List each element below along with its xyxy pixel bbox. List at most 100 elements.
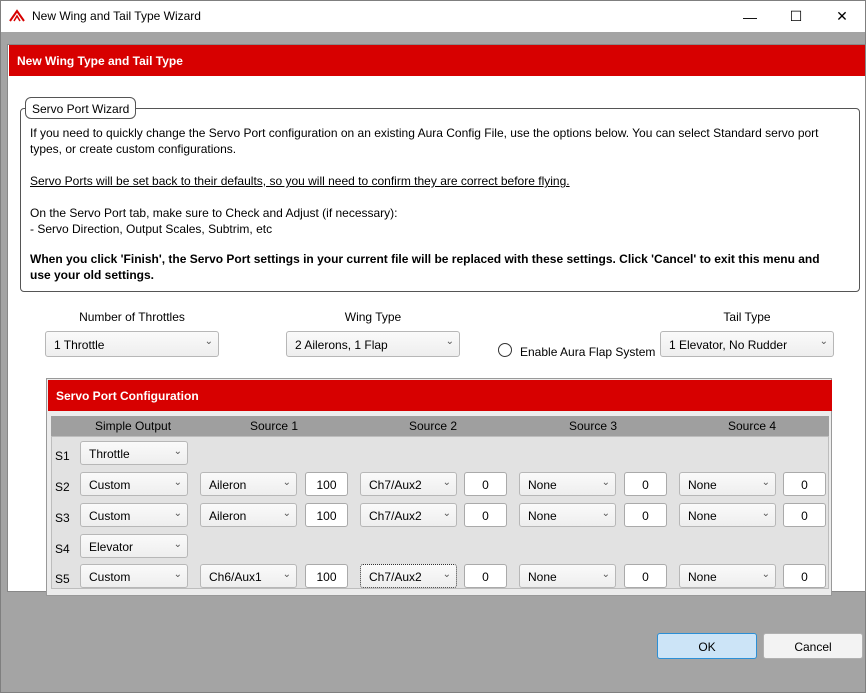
s2-source4-value: None xyxy=(688,478,717,492)
chevron-down-icon: ⌄ xyxy=(173,508,182,519)
s2-source3-value: None xyxy=(528,478,557,492)
throttles-label: Number of Throttles xyxy=(79,310,185,324)
s5-source1-select[interactable]: Ch6/Aux1 ⌄ xyxy=(200,564,297,588)
s3-source1-value: Aileron xyxy=(209,509,247,523)
s5-source4-select[interactable]: None ⌄ xyxy=(679,564,776,588)
s2-source3-amount[interactable]: 0 xyxy=(624,472,667,496)
s5-source2-amount[interactable]: 0 xyxy=(464,564,507,588)
s2-source1-amount[interactable]: 100 xyxy=(305,472,348,496)
servo-config-panel: Servo Port Configuration Simple Output S… xyxy=(46,378,832,596)
row-label-s3: S3 xyxy=(55,511,70,525)
servo-grid-header: Simple Output Source 1 Source 2 Source 3… xyxy=(51,416,829,436)
s4-output-value: Elevator xyxy=(89,540,134,554)
s3-source4-value: None xyxy=(688,509,717,523)
client-area: New Wing Type and Tail Type Servo Port W… xyxy=(1,32,866,692)
row-label-s4: S4 xyxy=(55,542,70,556)
s2-output-select[interactable]: Custom ⌄ xyxy=(80,472,188,496)
s3-output-value: Custom xyxy=(89,509,131,523)
s3-source1-amount[interactable]: 100 xyxy=(305,503,348,527)
s1-output-value: Throttle xyxy=(89,447,130,461)
s5-source3-select[interactable]: None ⌄ xyxy=(519,564,616,588)
chevron-down-icon: ⌄ xyxy=(761,569,770,580)
s2-source4-select[interactable]: None ⌄ xyxy=(679,472,776,496)
s3-source4-select[interactable]: None ⌄ xyxy=(679,503,776,527)
warning-text: Servo Ports will be set back to their de… xyxy=(30,174,570,188)
s5-source4-value: None xyxy=(688,570,717,584)
s3-source3-amount[interactable]: 0 xyxy=(624,503,667,527)
chevron-down-icon: ⌄ xyxy=(282,477,291,488)
s3-output-select[interactable]: Custom ⌄ xyxy=(80,503,188,527)
s2-source1-select[interactable]: Aileron ⌄ xyxy=(200,472,297,496)
s2-source2-select[interactable]: Ch7/Aux2 ⌄ xyxy=(360,472,457,496)
col-source-4: Source 4 xyxy=(728,419,777,433)
s3-source2-amount[interactable]: 0 xyxy=(464,503,507,527)
s2-source2-value: Ch7/Aux2 xyxy=(369,478,422,492)
ok-button[interactable]: OK xyxy=(657,633,757,659)
chevron-down-icon: ⌄ xyxy=(173,446,182,457)
wing-type-value: 2 Ailerons, 1 Flap xyxy=(295,338,388,352)
chevron-down-icon: ⌄ xyxy=(819,336,828,347)
flap-system-checkbox[interactable] xyxy=(498,343,512,357)
s5-source3-amount[interactable]: 0 xyxy=(624,564,667,588)
throttles-value: 1 Throttle xyxy=(54,338,105,352)
chevron-down-icon: ⌄ xyxy=(601,569,610,580)
check-title-text: On the Servo Port tab, make sure to Chec… xyxy=(30,206,398,220)
tail-type-value: 1 Elevator, No Rudder xyxy=(669,338,788,352)
wing-type-label: Wing Type xyxy=(344,310,402,324)
chevron-down-icon: ⌄ xyxy=(173,569,182,580)
s3-source3-value: None xyxy=(528,509,557,523)
chevron-down-icon: ⌄ xyxy=(442,508,451,519)
chevron-down-icon: ⌄ xyxy=(442,569,451,580)
s4-output-select[interactable]: Elevator ⌄ xyxy=(80,534,188,558)
col-simple-output: Simple Output xyxy=(95,419,172,433)
s5-source1-amount[interactable]: 100 xyxy=(305,564,348,588)
servo-grid: S1 Throttle ⌄ S2 Custom ⌄ Aileron ⌄ 100 … xyxy=(51,436,829,589)
s2-source3-select[interactable]: None ⌄ xyxy=(519,472,616,496)
close-button[interactable]: ✕ xyxy=(819,1,865,32)
s1-output-select[interactable]: Throttle ⌄ xyxy=(80,441,188,465)
cancel-button[interactable]: Cancel xyxy=(763,633,863,659)
s3-source4-amount[interactable]: 0 xyxy=(783,503,826,527)
s5-source2-value: Ch7/Aux2 xyxy=(369,570,422,584)
chevron-down-icon: ⌄ xyxy=(173,539,182,550)
s2-source1-value: Aileron xyxy=(209,478,247,492)
s5-output-value: Custom xyxy=(89,570,131,584)
chevron-down-icon: ⌄ xyxy=(204,336,213,347)
col-source-2: Source 2 xyxy=(409,419,458,433)
s3-source1-select[interactable]: Aileron ⌄ xyxy=(200,503,297,527)
s2-output-value: Custom xyxy=(89,478,131,492)
chevron-down-icon: ⌄ xyxy=(282,508,291,519)
page-header: New Wing Type and Tail Type xyxy=(9,45,865,76)
chevron-down-icon: ⌄ xyxy=(601,477,610,488)
s3-source2-select[interactable]: Ch7/Aux2 ⌄ xyxy=(360,503,457,527)
s5-source1-value: Ch6/Aux1 xyxy=(209,570,262,584)
tail-type-select[interactable]: 1 Elevator, No Rudder ⌄ xyxy=(660,331,834,357)
s5-source3-value: None xyxy=(528,570,557,584)
s5-output-select[interactable]: Custom ⌄ xyxy=(80,564,188,588)
app-logo-icon xyxy=(9,9,25,22)
chevron-down-icon: ⌄ xyxy=(173,477,182,488)
dialog-body: New Wing Type and Tail Type Servo Port W… xyxy=(7,44,866,596)
chevron-down-icon: ⌄ xyxy=(761,477,770,488)
row-label-s5: S5 xyxy=(55,572,70,586)
wing-type-select[interactable]: 2 Ailerons, 1 Flap ⌄ xyxy=(286,331,460,357)
maximize-button[interactable]: ☐ xyxy=(773,1,819,32)
minimize-button[interactable]: — xyxy=(727,1,773,32)
wizard-legend: Servo Port Wizard xyxy=(25,97,137,119)
s5-source4-amount[interactable]: 0 xyxy=(783,564,826,588)
check-items-text: - Servo Direction, Output Scales, Subtri… xyxy=(30,222,273,236)
s3-source2-value: Ch7/Aux2 xyxy=(369,509,422,523)
window-title: New Wing and Tail Type Wizard xyxy=(32,9,201,23)
s3-source3-select[interactable]: None ⌄ xyxy=(519,503,616,527)
chevron-down-icon: ⌄ xyxy=(442,477,451,488)
s5-source2-select[interactable]: Ch7/Aux2 ⌄ xyxy=(360,564,457,588)
chevron-down-icon: ⌄ xyxy=(761,508,770,519)
chevron-down-icon: ⌄ xyxy=(445,336,454,347)
throttles-select[interactable]: 1 Throttle ⌄ xyxy=(45,331,219,357)
finish-note-text: When you click 'Finish', the Servo Port … xyxy=(30,252,820,282)
s2-source4-amount[interactable]: 0 xyxy=(783,472,826,496)
row-label-s1: S1 xyxy=(55,449,70,463)
chevron-down-icon: ⌄ xyxy=(282,569,291,580)
chevron-down-icon: ⌄ xyxy=(601,508,610,519)
s2-source2-amount[interactable]: 0 xyxy=(464,472,507,496)
